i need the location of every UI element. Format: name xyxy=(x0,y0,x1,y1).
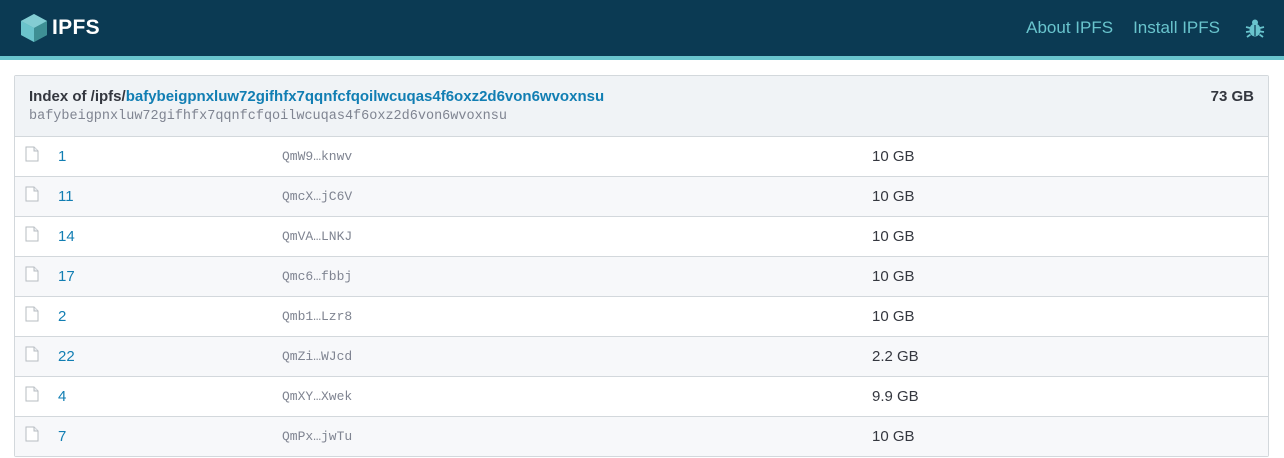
file-icon xyxy=(25,346,39,362)
file-size: 9.9 GB xyxy=(872,388,919,405)
file-name-link[interactable]: 7 xyxy=(58,428,66,445)
table-row: 7 QmPx…jwTu 10 GB xyxy=(15,417,1268,456)
header-accent-stripe xyxy=(0,56,1284,60)
ipfs-logo[interactable]: IPFS xyxy=(20,13,100,43)
file-name-link[interactable]: 4 xyxy=(58,388,66,405)
file-hash-link[interactable]: QmXY…Xwek xyxy=(282,389,352,404)
index-prefix: Index of /ipfs/ xyxy=(29,88,126,105)
file-hash-link[interactable]: Qmc6…fbbj xyxy=(282,269,352,284)
table-row: 4 QmXY…Xwek 9.9 GB xyxy=(15,377,1268,417)
file-icon xyxy=(25,426,39,442)
table-row: 11 QmcX…jC6V 10 GB xyxy=(15,177,1268,217)
top-nav: About IPFS Install IPFS xyxy=(1026,17,1266,39)
file-icon xyxy=(25,146,39,162)
table-row: 14 QmVA…LNKJ 10 GB xyxy=(15,217,1268,257)
bug-icon[interactable] xyxy=(1244,17,1266,39)
table-row: 1 QmW9…knwv 10 GB xyxy=(15,137,1268,177)
file-icon xyxy=(25,386,39,402)
table-row: 17 Qmc6…fbbj 10 GB xyxy=(15,257,1268,297)
cid-link[interactable]: bafybeigpnxluw72gifhfx7qqnfcfqoilwcuqas4… xyxy=(126,88,604,105)
file-name-link[interactable]: 17 xyxy=(58,268,75,285)
ipfs-cube-icon xyxy=(21,14,47,42)
file-hash-link[interactable]: QmPx…jwTu xyxy=(282,429,352,444)
total-size: 73 GB xyxy=(1210,88,1254,105)
top-navigation-bar: IPFS About IPFS Install IPFS xyxy=(0,0,1284,56)
file-icon xyxy=(25,266,39,282)
file-size: 10 GB xyxy=(872,188,915,205)
directory-listing: Index of /ipfs/bafybeigpnxluw72gifhfx7qq… xyxy=(14,75,1269,457)
install-ipfs-link[interactable]: Install IPFS xyxy=(1133,18,1220,38)
file-name-link[interactable]: 11 xyxy=(58,188,74,205)
file-size: 10 GB xyxy=(872,308,915,325)
file-name-link[interactable]: 14 xyxy=(58,228,75,245)
about-ipfs-link[interactable]: About IPFS xyxy=(1026,18,1113,38)
file-size: 10 GB xyxy=(872,268,915,285)
file-size: 10 GB xyxy=(872,148,915,165)
file-hash-link[interactable]: QmVA…LNKJ xyxy=(282,229,352,244)
cid-subtitle: bafybeigpnxluw72gifhfx7qqnfcfqoilwcuqas4… xyxy=(29,109,507,124)
file-rows: 1 QmW9…knwv 10 GB 11 QmcX…jC6V 10 GB 14 … xyxy=(15,137,1268,456)
file-hash-link[interactable]: QmZi…WJcd xyxy=(282,349,352,364)
table-row: 2 Qmb1…Lzr8 10 GB xyxy=(15,297,1268,337)
listing-header: Index of /ipfs/bafybeigpnxluw72gifhfx7qq… xyxy=(15,76,1268,137)
file-name-link[interactable]: 22 xyxy=(58,348,75,365)
logo-text: IPFS xyxy=(52,16,100,39)
file-hash-link[interactable]: QmcX…jC6V xyxy=(282,189,352,204)
file-size: 10 GB xyxy=(872,228,915,245)
file-hash-link[interactable]: QmW9…knwv xyxy=(282,149,352,164)
index-title: Index of /ipfs/bafybeigpnxluw72gifhfx7qq… xyxy=(29,88,1254,105)
file-name-link[interactable]: 2 xyxy=(58,308,66,325)
file-name-link[interactable]: 1 xyxy=(58,148,66,165)
file-icon xyxy=(25,306,39,322)
table-row: 22 QmZi…WJcd 2.2 GB xyxy=(15,337,1268,377)
file-icon xyxy=(25,226,39,242)
file-size: 2.2 GB xyxy=(872,348,919,365)
file-size: 10 GB xyxy=(872,428,915,445)
file-icon xyxy=(25,186,39,202)
file-hash-link[interactable]: Qmb1…Lzr8 xyxy=(282,309,352,324)
